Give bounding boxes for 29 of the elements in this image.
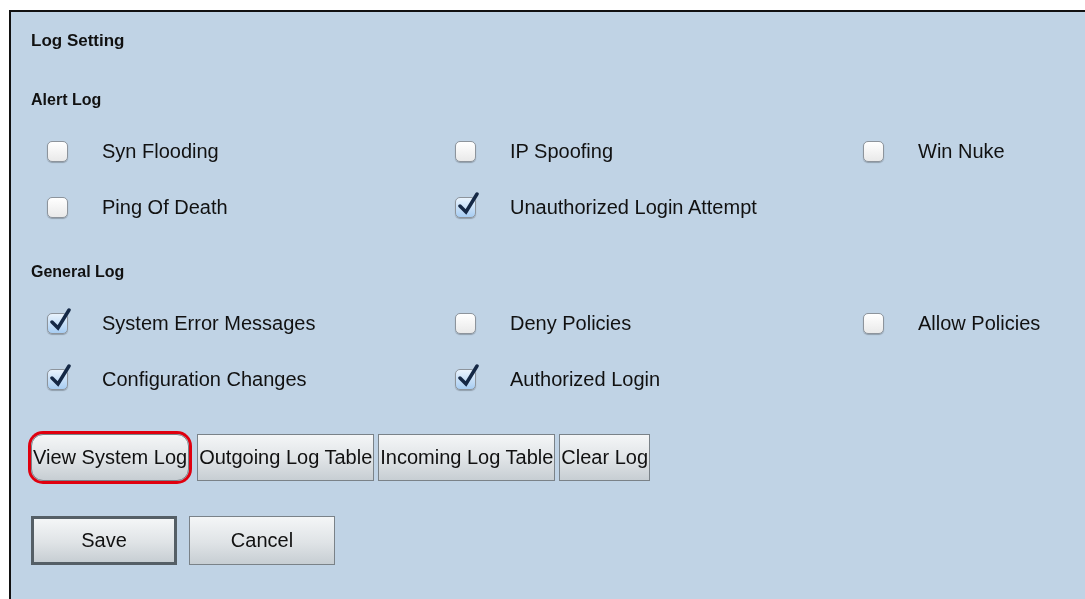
checkmark-icon xyxy=(49,307,71,332)
log-button[interactable]: Incoming Log Table xyxy=(378,434,556,481)
form-button[interactable]: Cancel xyxy=(189,516,335,565)
section-heading: General Log xyxy=(31,262,126,282)
option-label: Allow Policies xyxy=(918,311,1041,335)
option-label: Ping Of Death xyxy=(102,195,228,219)
log-button[interactable]: View System Log xyxy=(31,434,190,481)
option-label: Unauthorized Login Attempt xyxy=(510,195,757,219)
checkmark-icon xyxy=(457,363,479,388)
log-button[interactable]: Clear Log xyxy=(559,434,651,481)
option-label: IP Spoofing xyxy=(510,139,614,163)
checkbox[interactable] xyxy=(863,140,884,162)
checkbox[interactable] xyxy=(863,312,884,334)
checkmark-icon xyxy=(457,191,479,216)
checkbox[interactable] xyxy=(47,140,68,162)
option-label: Configuration Changes xyxy=(102,367,307,391)
option-label: System Error Messages xyxy=(102,311,316,335)
option-label: Win Nuke xyxy=(918,139,1005,163)
checkbox[interactable] xyxy=(455,140,476,162)
option-label: Authorized Login xyxy=(510,367,661,391)
section-heading: Alert Log xyxy=(31,90,103,110)
checkmark-icon xyxy=(49,363,71,388)
page-title: Log Setting xyxy=(31,30,126,52)
checkbox[interactable] xyxy=(47,196,68,218)
form-button[interactable]: Save xyxy=(31,516,177,565)
option-label: Syn Flooding xyxy=(102,139,219,163)
option-label: Deny Policies xyxy=(510,311,632,335)
log-button[interactable]: Outgoing Log Table xyxy=(197,434,375,481)
checkbox[interactable] xyxy=(455,312,476,334)
